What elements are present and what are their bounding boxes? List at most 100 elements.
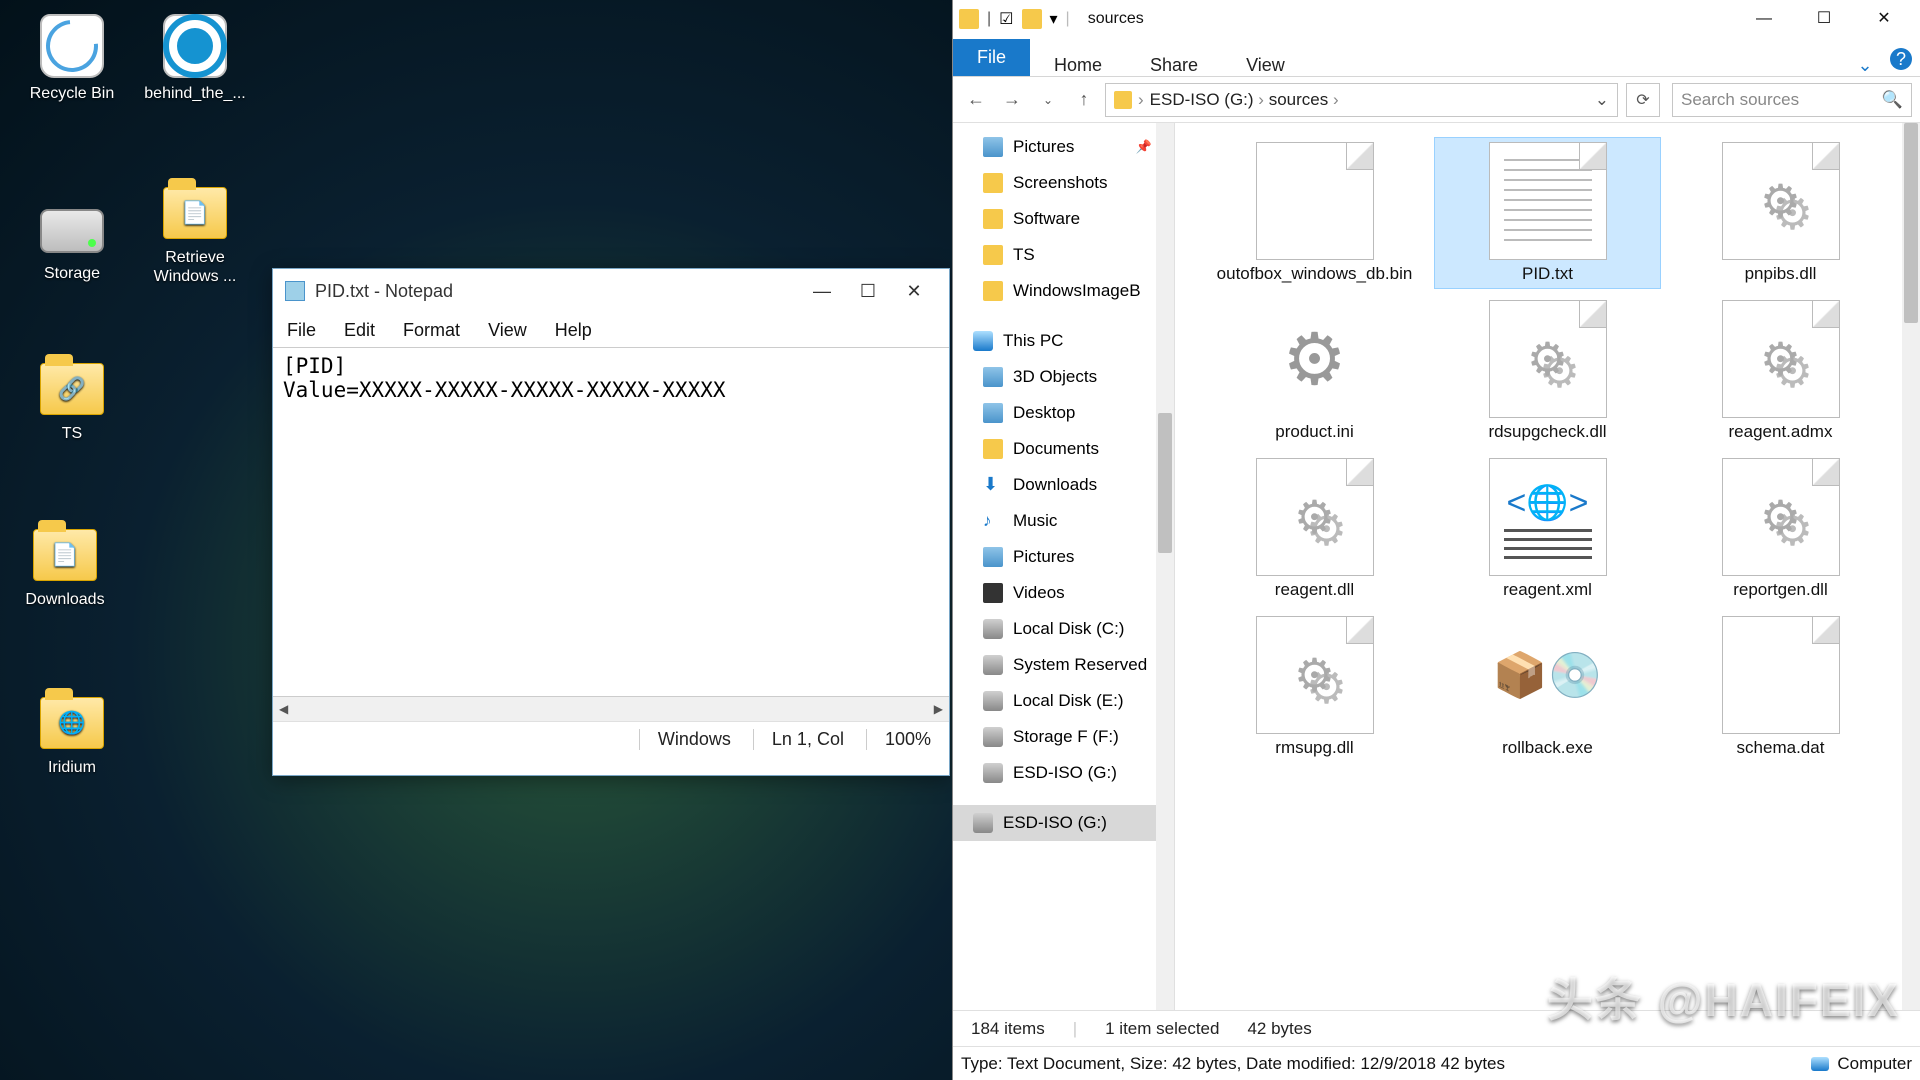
breadcrumb[interactable]: ESD-ISO (G:) bbox=[1150, 90, 1254, 109]
file-item[interactable]: reagent.admx bbox=[1667, 295, 1894, 447]
tree-item[interactable]: TS bbox=[953, 237, 1174, 273]
tree-item[interactable]: Documents bbox=[953, 431, 1174, 467]
tree-item[interactable]: Pictures📌 bbox=[953, 129, 1174, 165]
search-box[interactable]: Search sources 🔍 bbox=[1672, 83, 1912, 117]
file-item[interactable]: reagent.dll bbox=[1201, 453, 1428, 605]
explorer-titlebar[interactable]: | ☑ ▾ | sources — ☐ ✕ bbox=[953, 0, 1920, 38]
tree-scrollbar[interactable] bbox=[1156, 123, 1174, 1010]
ribbon-expand-icon[interactable]: ⌄ bbox=[1848, 55, 1882, 76]
file-item[interactable]: schema.dat bbox=[1667, 611, 1894, 763]
folder-icon bbox=[959, 9, 979, 29]
file-item[interactable]: reportgen.dll bbox=[1667, 453, 1894, 605]
tree-item[interactable]: ⬇Downloads bbox=[953, 467, 1174, 503]
quick-access-toolbar: | ☑ ▾ bbox=[959, 9, 1058, 29]
file-type-xml-icon bbox=[1489, 458, 1607, 576]
tree-item[interactable]: WindowsImageB bbox=[953, 273, 1174, 309]
file-item[interactable]: PID.txt bbox=[1434, 137, 1661, 289]
tree-item[interactable]: ESD-ISO (G:) bbox=[953, 805, 1174, 841]
file-label: reagent.admx bbox=[1672, 422, 1889, 442]
horizontal-scrollbar[interactable]: ◀▶ bbox=[273, 697, 949, 721]
menu-help[interactable]: Help bbox=[555, 320, 592, 341]
desktop-icon-iridium[interactable]: 🌐Iridium bbox=[17, 688, 127, 777]
explorer-statusbar: 184 items | 1 item selected 42 bytes bbox=[953, 1010, 1920, 1046]
status-selection: 1 item selected bbox=[1105, 1019, 1219, 1039]
file-explorer-window: | ☑ ▾ | sources — ☐ ✕ File HomeShareView… bbox=[952, 0, 1920, 1080]
navigation-tree[interactable]: Pictures📌ScreenshotsSoftwareTSWindowsIma… bbox=[953, 123, 1175, 1010]
ti-pic-icon bbox=[983, 137, 1003, 157]
desktop-icon-storage[interactable]: Storage bbox=[17, 194, 127, 283]
tree-item[interactable]: ESD-ISO (G:) bbox=[953, 755, 1174, 791]
file-type-doc-icon bbox=[1722, 616, 1840, 734]
status-item-count: 184 items bbox=[971, 1019, 1045, 1039]
desktop-icon-retrieve-windows[interactable]: 📄Retrieve Windows ... bbox=[140, 178, 250, 286]
tree-item[interactable]: Local Disk (E:) bbox=[953, 683, 1174, 719]
nav-back-button[interactable]: ← bbox=[961, 85, 991, 115]
tree-item[interactable]: Local Disk (C:) bbox=[953, 611, 1174, 647]
file-type-doc-icon bbox=[1256, 142, 1374, 260]
refresh-button[interactable]: ⟳ bbox=[1626, 83, 1660, 117]
breadcrumb-separator: › bbox=[1328, 90, 1338, 109]
notepad-text-area[interactable]: [PID] Value=XXXXX-XXXXX-XXXXX-XXXXX-XXXX… bbox=[273, 347, 949, 697]
tree-item[interactable]: Screenshots bbox=[953, 165, 1174, 201]
tree-item[interactable]: 3D Objects bbox=[953, 359, 1174, 395]
breadcrumb[interactable]: sources bbox=[1269, 90, 1329, 109]
file-item[interactable]: rmsupg.dll bbox=[1201, 611, 1428, 763]
file-item[interactable]: pnpibs.dll bbox=[1667, 137, 1894, 289]
menu-file[interactable]: File bbox=[287, 320, 316, 341]
tree-item[interactable]: ♪Music bbox=[953, 503, 1174, 539]
desktop-icon-downloads[interactable]: 📄Downloads bbox=[10, 520, 120, 609]
file-type-gear-icon bbox=[1722, 300, 1840, 418]
status-encoding: Windows bbox=[639, 729, 731, 750]
desktop-icon-behind-the[interactable]: behind_the_... bbox=[140, 14, 250, 103]
close-button[interactable]: ✕ bbox=[1854, 0, 1914, 38]
menu-format[interactable]: Format bbox=[403, 320, 460, 341]
file-item[interactable]: reagent.xml bbox=[1434, 453, 1661, 605]
tree-item[interactable]: System Reserved bbox=[953, 647, 1174, 683]
address-dropdown-icon[interactable]: ⌄ bbox=[1595, 90, 1609, 110]
ti-folder-icon bbox=[983, 209, 1003, 229]
ribbon-tab-file[interactable]: File bbox=[953, 39, 1030, 76]
ti-folder-icon bbox=[983, 281, 1003, 301]
qat-checkbox-icon[interactable]: ☑ bbox=[999, 9, 1013, 29]
help-icon[interactable]: ? bbox=[1890, 48, 1912, 70]
maximize-button[interactable]: ☐ bbox=[1794, 0, 1854, 38]
file-item[interactable]: rdsupgcheck.dll bbox=[1434, 295, 1661, 447]
file-type-ini-icon bbox=[1256, 300, 1374, 418]
desktop-icon-label: TS bbox=[17, 424, 127, 443]
close-button[interactable]: ✕ bbox=[891, 281, 937, 302]
status-caret: Ln 1, Col bbox=[753, 729, 844, 750]
maximize-button[interactable]: ☐ bbox=[845, 281, 891, 302]
minimize-button[interactable]: — bbox=[1734, 0, 1794, 38]
desktop-icon-recycle-bin[interactable]: Recycle Bin bbox=[17, 14, 127, 103]
address-bar[interactable]: › ESD-ISO (G:) › sources › ⌄ bbox=[1105, 83, 1618, 117]
tree-item[interactable]: Storage F (F:) bbox=[953, 719, 1174, 755]
details-bar: Type: Text Document, Size: 42 bytes, Dat… bbox=[953, 1046, 1920, 1080]
tree-item[interactable]: This PC bbox=[953, 323, 1174, 359]
file-item[interactable]: rollback.exe bbox=[1434, 611, 1661, 763]
file-type-gear-icon bbox=[1256, 458, 1374, 576]
nav-up-button[interactable]: ↑ bbox=[1069, 85, 1099, 115]
file-item[interactable]: product.ini bbox=[1201, 295, 1428, 447]
menu-view[interactable]: View bbox=[488, 320, 527, 341]
files-scrollbar[interactable] bbox=[1902, 123, 1920, 1010]
nav-recent-button[interactable]: ⌄ bbox=[1033, 85, 1063, 115]
minimize-button[interactable]: — bbox=[799, 281, 845, 302]
tree-item[interactable]: Pictures bbox=[953, 539, 1174, 575]
tree-item[interactable]: Videos bbox=[953, 575, 1174, 611]
tree-item-label: Local Disk (E:) bbox=[1013, 691, 1124, 711]
nav-forward-button[interactable]: → bbox=[997, 85, 1027, 115]
ribbon: File HomeShareView ⌄ ? bbox=[953, 38, 1920, 77]
file-label: outofbox_windows_db.bin bbox=[1206, 264, 1423, 284]
notepad-window: PID.txt - Notepad — ☐ ✕ File Edit Format Vi… bbox=[272, 268, 950, 776]
notepad-titlebar[interactable]: PID.txt - Notepad — ☐ ✕ bbox=[273, 269, 949, 313]
menu-edit[interactable]: Edit bbox=[344, 320, 375, 341]
qat-dropdown-icon[interactable]: ▾ bbox=[1050, 9, 1058, 29]
tree-item[interactable]: Software bbox=[953, 201, 1174, 237]
tree-item-label: System Reserved bbox=[1013, 655, 1147, 675]
file-item[interactable]: outofbox_windows_db.bin bbox=[1201, 137, 1428, 289]
breadcrumb-separator: › bbox=[1254, 90, 1269, 109]
file-pane[interactable]: outofbox_windows_db.bin PID.txtpnpibs.dll… bbox=[1175, 123, 1920, 1010]
tree-item[interactable]: Desktop bbox=[953, 395, 1174, 431]
desktop-icon-ts[interactable]: 🔗TS bbox=[17, 354, 127, 443]
notepad-statusbar: Windows Ln 1, Col 100% bbox=[273, 721, 949, 757]
